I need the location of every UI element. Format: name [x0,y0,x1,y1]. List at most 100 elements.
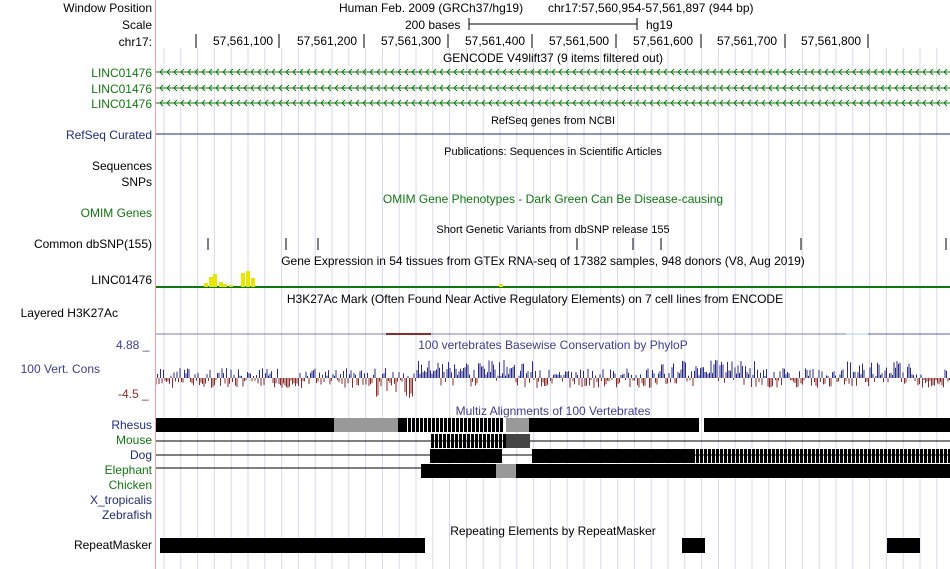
gtex-bar [209,277,213,287]
alignment-block [720,449,723,463]
gtex-bar [251,278,255,287]
alignment-block [776,449,779,463]
gtex-label[interactable]: LINC01476 [91,273,152,287]
alignment-block [724,449,727,463]
gencode-label-2[interactable]: LINC01476 [91,82,152,96]
alignment-block [760,449,763,463]
alignment-block [800,449,803,463]
alignment-block [488,418,491,432]
track-graphics[interactable] [156,0,950,569]
alignment-block [701,464,950,478]
alignment-block [864,449,867,463]
alignment-block [836,449,839,463]
alignment-block [896,449,899,463]
chrom-label: chr17: [118,35,152,49]
scale-label: Scale [121,18,152,32]
dbsnp-label[interactable]: Common dbSNP(155) [34,237,152,251]
alignment-block [716,449,719,463]
alignment-block [888,449,891,463]
alignment-block [432,418,435,432]
alignment-block [920,449,923,463]
sequences-label[interactable]: Sequences [92,159,152,173]
species-label-elephant[interactable]: Elephant [105,463,152,477]
refseq-label[interactable]: RefSeq Curated [66,128,152,142]
alignment-block [487,434,490,448]
alignment-block [792,449,795,463]
alignment-block [475,434,478,448]
alignment-block [900,449,903,463]
alignment-block [412,418,415,432]
repeat-element [160,538,425,553]
alignment-block [740,449,743,463]
alignment-block [451,434,454,448]
alignment-block [936,449,939,463]
alignment-block [459,434,462,448]
alignment-block [884,449,887,463]
species-label-mouse[interactable]: Mouse [116,433,152,447]
snps-label[interactable]: SNPs [121,175,152,189]
species-label-chicken[interactable]: Chicken [109,478,152,492]
alignment-block [334,418,398,432]
omim-label[interactable]: OMIM Genes [81,206,152,220]
alignment-block [435,434,438,448]
alignment-block [456,418,459,432]
alignment-block [812,449,815,463]
species-label-zebrafish[interactable]: Zebrafish [102,508,152,522]
alignment-block [744,449,747,463]
alignment-block [464,418,467,432]
alignment-block [460,418,463,432]
alignment-block [872,449,875,463]
alignment-block [156,418,334,432]
alignment-block [484,418,487,432]
alignment-block [892,449,895,463]
alignment-block [448,418,451,432]
alignment-block [424,418,427,432]
alignment-block [500,418,503,432]
alignment-block [447,434,450,448]
alignment-block [491,434,494,448]
alignment-block [748,449,751,463]
alignment-block [780,449,783,463]
alignment-block [495,434,498,448]
alignment-block [496,418,499,432]
alignment-block [700,449,703,463]
gtex-bar [219,282,223,287]
gtex-bar [213,274,217,287]
alignment-block [828,449,831,463]
gencode-label-3[interactable]: LINC01476 [91,97,152,111]
gencode-label-1[interactable]: LINC01476 [91,66,152,80]
alignment-block [692,449,695,463]
alignment-block [944,449,947,463]
alignment-block [732,449,735,463]
alignment-block [529,418,699,432]
cons-label[interactable]: 100 Vert. Cons [21,362,100,376]
genome-browser: Window Position Scale chr17: LINC01476 L… [0,0,950,569]
species-label-dog[interactable]: Dog [130,448,152,462]
repeat-element [682,538,705,553]
alignment-block [421,464,496,478]
alignment-block [832,449,835,463]
alignment-block [796,449,799,463]
alignment-block [499,434,502,448]
alignment-block [916,449,919,463]
species-label-rhesus[interactable]: Rhesus [111,418,152,432]
repeatmasker-label[interactable]: RepeatMasker [74,538,152,552]
cons-max-label: 4.88 _ [116,338,150,352]
alignment-block [476,418,479,432]
track-data-area[interactable]: Human Feb. 2009 (GRCh37/hg19) chr17:57,5… [156,0,950,569]
alignment-block [430,449,502,463]
gtex-bar [246,271,250,287]
alignment-block [840,449,843,463]
alignment-block [908,449,911,463]
alignment-block [804,449,807,463]
gtex-bar [229,285,233,287]
alignment-block [503,434,506,448]
alignment-block [712,449,715,463]
alignment-block [404,418,407,432]
alignment-block [452,418,455,432]
h3k27ac-label[interactable]: Layered H3K27Ac [21,306,118,320]
alignment-block [928,449,931,463]
species-label-xtropicalis[interactable]: X_tropicalis [90,493,152,507]
gtex-bar [223,284,227,287]
alignment-block [439,434,442,448]
